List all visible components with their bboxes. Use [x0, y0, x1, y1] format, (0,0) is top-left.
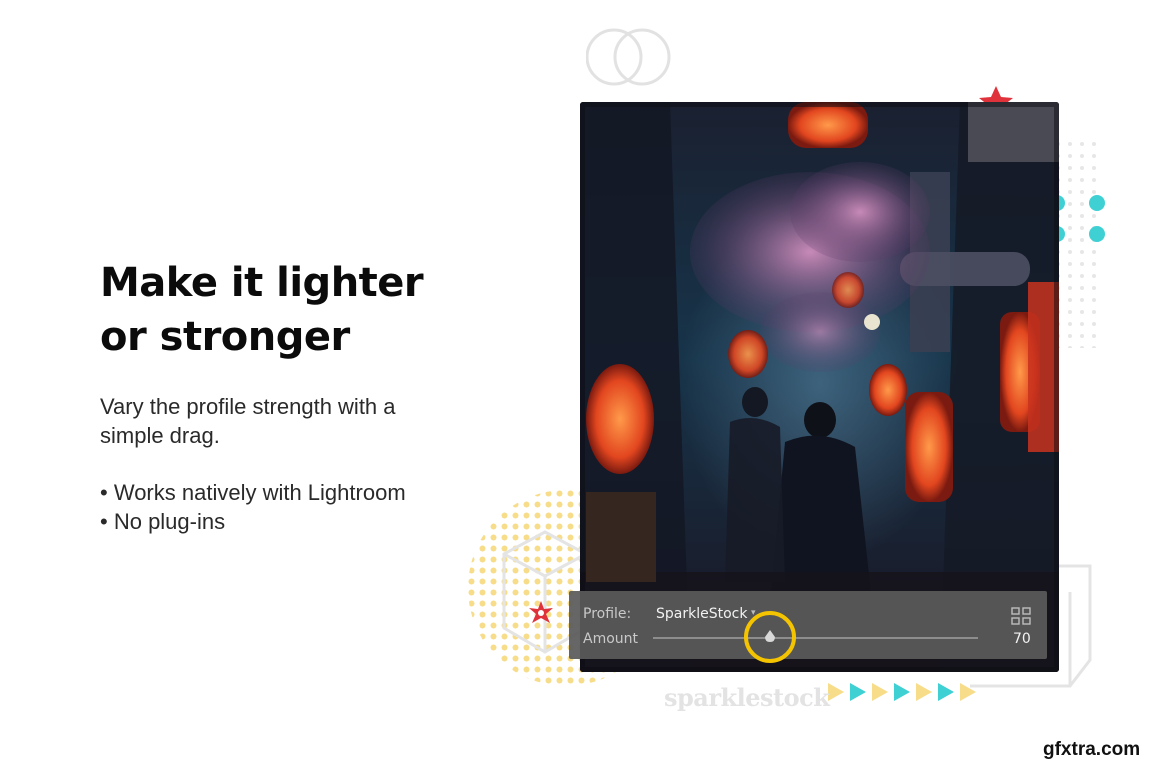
feature-item: Works natively with Lightroom [100, 478, 406, 507]
preview-photo [580, 102, 1059, 672]
amount-value[interactable]: 70 [1013, 631, 1031, 647]
subtext-line-2: simple drag. [100, 423, 220, 448]
profile-panel: Profile: SparkleStock ▾ Amount 70 [569, 591, 1047, 663]
profile-dropdown[interactable]: SparkleStock [656, 606, 747, 622]
profile-label: Profile: [583, 606, 632, 622]
headline-line-2: or stronger [100, 314, 350, 360]
star-left-decoration [529, 601, 553, 623]
highlight-ring [744, 611, 796, 663]
headline-line-1: Make it lighter [100, 260, 424, 306]
feature-list: Works natively with Lightroom No plug-in… [100, 478, 406, 536]
headline: Make it lighter or stronger [100, 256, 500, 364]
triangles-decoration [828, 683, 976, 701]
rings-decoration [586, 28, 671, 86]
subtext: Vary the profile strength with a simple … [100, 392, 470, 450]
subtext-line-1: Vary the profile strength with a [100, 394, 396, 419]
feature-item: No plug-ins [100, 507, 406, 536]
amount-slider-track[interactable] [653, 637, 978, 639]
brand-logo: sparklestock [664, 683, 830, 712]
amount-label: Amount [583, 631, 639, 647]
grid-icon[interactable] [1011, 607, 1031, 625]
watermark: gfxtra.com [1043, 739, 1141, 760]
